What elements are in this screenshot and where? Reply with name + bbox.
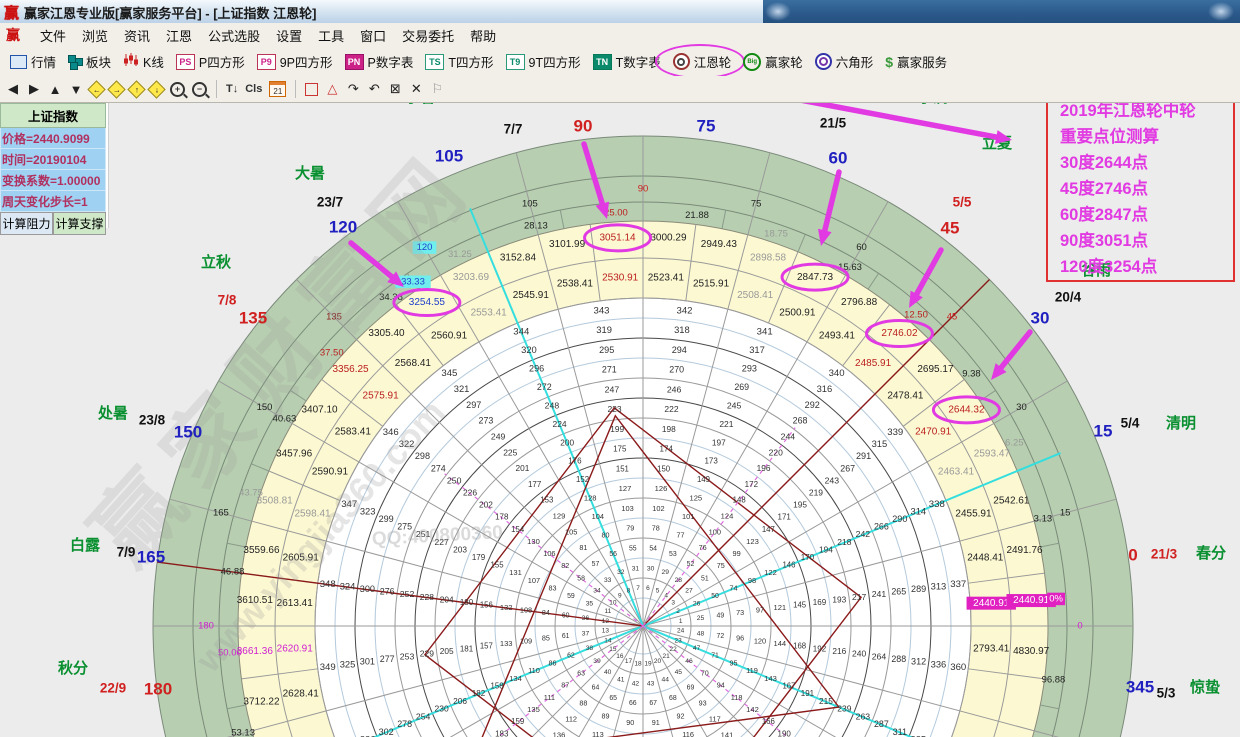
gann-wheel-icon [673,53,690,70]
zoom-out-icon[interactable]: − [192,82,207,97]
zoom-in-icon[interactable]: + [170,82,185,97]
titlebar-blob [765,2,791,21]
boxed-x-icon[interactable]: ⊠ [388,81,402,97]
panel-param-row: 变换系数=1.00000 [0,170,106,191]
annotation-line: 30度2644点 [1060,150,1233,176]
hexagon-icon [815,53,832,70]
toolbar-button-P数字表[interactable]: PNP数字表 [339,50,420,73]
toolbar-button-行情[interactable]: 行情 [4,50,62,73]
titlebar-right-strip [763,0,1240,23]
rotate-ccw-icon[interactable]: ↶ [367,81,381,97]
menu-item-公式选股[interactable]: 公式选股 [200,24,268,47]
panel-param-row: 周天变化步长=1 [0,191,106,212]
toolbar-button-9P四方形[interactable]: P99P四方形 [251,50,339,73]
toolbar-button-江恩轮[interactable]: 江恩轮 [667,50,738,73]
calc-resistance-button[interactable]: 计算阻力 [0,212,53,235]
winner-wheel-icon: Big [743,53,761,71]
panel-param-row: 价格=2440.9099 [0,128,106,149]
calc-support-button[interactable]: 计算支撑 [53,212,106,235]
toolbar-label: P四方形 [199,52,245,71]
flag-icon[interactable]: ⚐ [430,81,444,97]
toolbar-button-板块[interactable]: 板块 [62,50,117,73]
menu-item-文件[interactable]: 文件 [32,24,74,47]
menu-logo: 赢 [6,25,20,45]
main-toolbar: 行情板块K线PSP四方形P99P四方形PNP数字表TST四方形T99T四方形TN… [0,47,1240,77]
toolbar-label: T数字表 [616,52,661,71]
next-icon[interactable]: ▶ [27,81,41,97]
shift-left-icon[interactable]: ← [87,80,105,98]
toolbar-label: K线 [143,52,164,71]
toolbar-button-六角形[interactable]: 六角形 [809,50,880,73]
app-logo: 赢 [4,2,19,23]
quote-grid-icon [10,55,27,69]
toolbar-label: 赢家轮 [765,52,803,71]
toolbar-button-赢家服务[interactable]: $赢家服务 [879,50,953,73]
kline-icon [123,53,139,70]
toolbar-button-赢家轮[interactable]: Big赢家轮 [737,50,809,73]
toolbar-button-K线[interactable]: K线 [117,50,170,73]
down-step-icon[interactable]: ▼ [69,82,83,97]
toolbar-button-9T四方形[interactable]: T99T四方形 [500,50,587,73]
toolbar-label: 六角形 [836,52,874,71]
annotation-line: 45度2746点 [1060,176,1233,202]
toolbar-label: 9T四方形 [529,52,581,71]
menu-item-帮助[interactable]: 帮助 [462,24,504,47]
titlebar-blob [1208,2,1234,21]
shift-down-icon[interactable]: ↓ [147,80,165,98]
menu-item-交易委托[interactable]: 交易委托 [394,24,462,47]
menu-bar: 赢 文件浏览资讯江恩公式选股设置工具窗口交易委托帮助 [0,23,1240,48]
menu-item-江恩[interactable]: 江恩 [158,24,200,47]
nav-toolbar: ◀ ▶ ▲ ▼ ←→↑↓ +− T↓ Cls 21 △ ↷ ↶ ⊠ ✕ ⚐ [0,76,1240,103]
title-bar: 赢 赢家江恩专业版[赢家服务平台] - [上证指数 江恩轮] [0,0,1240,24]
draw-triangle-icon[interactable]: △ [325,81,339,97]
annotation-line: 120度3254点 [1060,254,1233,280]
t9-badge-icon: T9 [506,54,525,70]
rotate-cw-icon[interactable]: ↷ [346,81,360,97]
panel-param-row: 时间=20190104 [0,149,106,170]
ps-badge-icon: PS [176,54,195,70]
toolbar-label: 行情 [31,52,56,71]
toolbar-button-P四方形[interactable]: PSP四方形 [170,50,251,73]
instrument-panel: 上证指数 价格=2440.9099时间=20190104变换系数=1.00000… [0,103,106,235]
toolbar-label: T四方形 [448,52,493,71]
instrument-title: 上证指数 [0,103,106,128]
menu-item-窗口[interactable]: 窗口 [352,24,394,47]
p9-badge-icon: P9 [257,54,276,70]
shift-up-icon[interactable]: ↑ [127,80,145,98]
toolbar-label: 板块 [86,52,111,71]
up-step-icon[interactable]: ▲ [48,82,62,97]
menu-items: 文件浏览资讯江恩公式选股设置工具窗口交易委托帮助 [32,24,504,47]
menu-item-工具[interactable]: 工具 [310,24,352,47]
annotation-line: 60度2847点 [1060,202,1233,228]
pn-badge-icon: PN [345,54,364,70]
calendar-icon[interactable]: 21 [269,81,286,97]
sector-blocks-icon [68,55,82,68]
toolbar-label: P数字表 [368,52,414,71]
menu-item-浏览[interactable]: 浏览 [74,24,116,47]
collapse-icon[interactable]: ✕ [409,81,423,97]
toolbar-button-T数字表[interactable]: TNT数字表 [587,50,667,73]
menu-item-资讯[interactable]: 资讯 [116,24,158,47]
shift-right-icon[interactable]: → [107,80,125,98]
annotation-box: 2019年江恩轮中轮重要点位测算30度2644点45度2746点60度2847点… [1046,88,1235,282]
axis-icon[interactable]: T↓ [226,83,238,95]
window-title: 赢家江恩专业版[赢家服务平台] - [上证指数 江恩轮] [24,3,316,22]
tn-badge-icon: TN [593,54,612,70]
annotation-line: 90度3051点 [1060,228,1233,254]
toolbar-label: 赢家服务 [897,52,947,71]
toolbar-separator [295,80,296,98]
service-dollar-icon: $ [885,54,893,70]
cls-button[interactable]: Cls [245,83,262,95]
toolbar-separator [216,80,217,98]
toolbar-label: 江恩轮 [694,52,732,71]
toolbar-label: 9P四方形 [280,52,333,71]
prev-icon[interactable]: ◀ [6,81,20,97]
menu-item-设置[interactable]: 设置 [268,24,310,47]
toolbar-button-T四方形[interactable]: TST四方形 [419,50,499,73]
draw-square-icon[interactable] [305,83,318,96]
ts-badge-icon: TS [425,54,444,70]
annotation-line: 重要点位测算 [1060,124,1233,150]
